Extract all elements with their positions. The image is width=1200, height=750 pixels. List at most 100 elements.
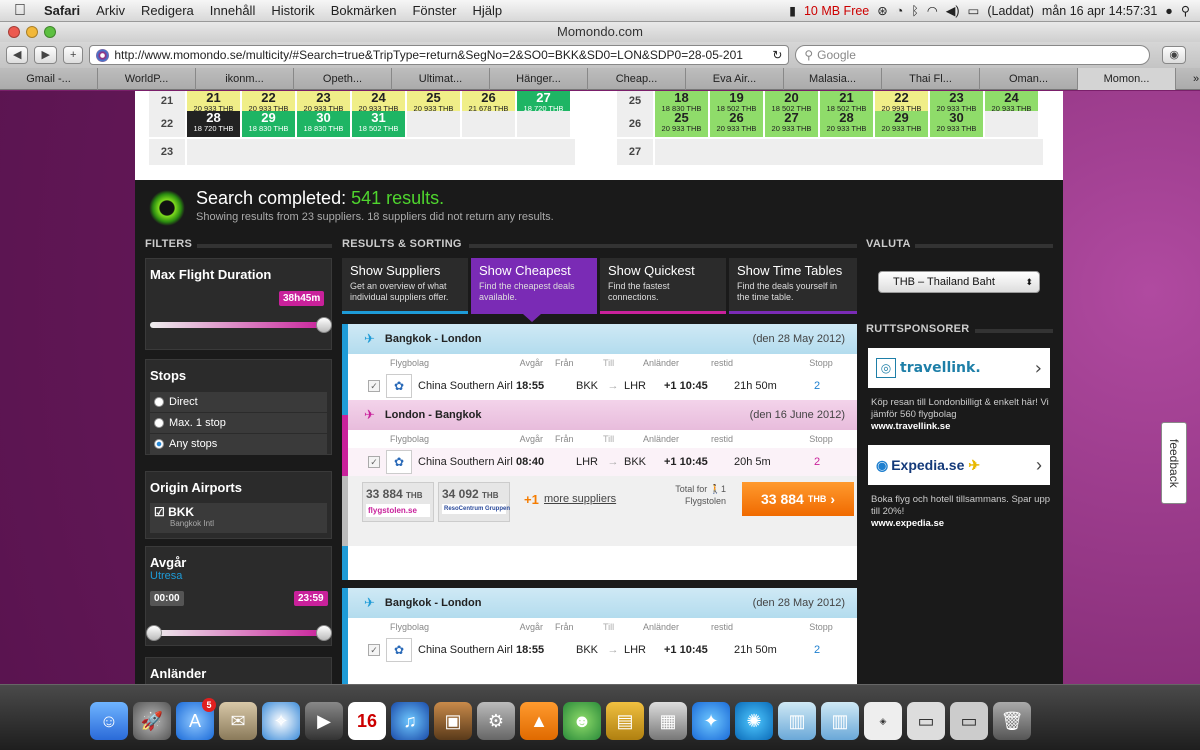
- battery-icon[interactable]: ▭: [968, 3, 980, 18]
- bluetooth-icon[interactable]: ᛒ: [911, 4, 919, 18]
- calendar-day[interactable]: 31 18 502 THB: [352, 111, 405, 137]
- url-text[interactable]: http://www.momondo.se/multicity/#Search=…: [114, 48, 767, 62]
- calendar-day[interactable]: 28 20 933 THB: [820, 111, 873, 137]
- memory-status[interactable]: 10 MB Free: [804, 4, 869, 18]
- activity-monitor-icon[interactable]: ▦: [649, 702, 687, 740]
- screenshot-stack-icon[interactable]: ▭: [950, 702, 988, 740]
- close-window-button[interactable]: [8, 26, 20, 38]
- facetime-icon[interactable]: ▶: [305, 702, 343, 740]
- menu-item-fonster[interactable]: Fönster: [404, 3, 464, 18]
- tab-oman[interactable]: Oman...: [980, 67, 1078, 90]
- calendar-day[interactable]: 30 18 830 THB: [297, 111, 350, 137]
- tab-hanger[interactable]: Hänger...: [490, 67, 588, 90]
- sponsor-travellink[interactable]: ◎ travellink. ›: [868, 348, 1050, 388]
- checkbox[interactable]: ✓: [368, 380, 380, 392]
- calendar-day[interactable]: 28 18 720 THB: [187, 111, 240, 137]
- app-store-icon[interactable]: A5: [176, 698, 216, 740]
- vlc-icon[interactable]: ▲: [520, 702, 558, 740]
- tabs-overflow-button[interactable]: »: [1176, 68, 1200, 90]
- menu-item-redigera[interactable]: Redigera: [133, 3, 202, 18]
- mail-icon[interactable]: ✉: [219, 702, 257, 740]
- feedback-button[interactable]: feedback: [1161, 422, 1187, 504]
- flight-result-card[interactable]: ✈ Bangkok - London (den 28 May 2012) Fly…: [342, 588, 857, 684]
- telenor-icon[interactable]: ✺: [735, 702, 773, 740]
- messenger-icon[interactable]: ☻: [563, 702, 601, 740]
- departure-slider-start-handle[interactable]: [146, 625, 162, 641]
- duration-slider-handle[interactable]: [316, 317, 332, 333]
- system-preferences-icon[interactable]: ⚙: [477, 702, 515, 740]
- checkbox-checked-icon[interactable]: ☑: [154, 505, 168, 519]
- add-bookmark-button[interactable]: +: [62, 46, 84, 64]
- launchpad-icon[interactable]: 🚀: [133, 702, 171, 740]
- stops-count[interactable]: 2: [814, 380, 834, 392]
- outbound-flight-row[interactable]: ✓ ✿ China Southern Airl 18:55 BKK → LHR …: [348, 636, 857, 664]
- tab-show-suppliers[interactable]: Show Suppliers Get an overview of what i…: [342, 258, 468, 314]
- radio-button-selected[interactable]: [154, 439, 164, 449]
- tab-thai[interactable]: Thai Fl...: [882, 67, 980, 90]
- more-suppliers-link[interactable]: more suppliers: [544, 493, 616, 505]
- sponsor-url[interactable]: www.travellink.se: [871, 421, 950, 432]
- stops-count[interactable]: 2: [814, 456, 834, 468]
- origin-option-bkk[interactable]: ☑ BKK Bangkok Intl: [150, 503, 327, 533]
- applications-folder-icon[interactable]: ▥: [778, 702, 816, 740]
- sponsor-url[interactable]: www.expedia.se: [871, 518, 944, 529]
- tab-momondo[interactable]: Momon...: [1078, 67, 1176, 90]
- menu-item-hjalp[interactable]: Hjälp: [465, 3, 511, 18]
- stops-option-max-1[interactable]: Max. 1 stop: [150, 413, 327, 433]
- stops-option-any[interactable]: Any stops: [150, 434, 327, 454]
- tab-ultimat[interactable]: Ultimat...: [392, 67, 490, 90]
- zoom-window-button[interactable]: [44, 26, 56, 38]
- radio-button[interactable]: [154, 418, 164, 428]
- iphoto-icon[interactable]: ▣: [434, 702, 472, 740]
- menu-item-bokmarken[interactable]: Bokmärken: [323, 3, 405, 18]
- back-button[interactable]: ◀: [6, 46, 29, 64]
- apple-icon[interactable]: : [0, 2, 36, 20]
- tab-ikonm[interactable]: ikonm...: [196, 67, 294, 90]
- flight-result-card[interactable]: ✈ Bangkok - London (den 28 May 2012) Fly…: [342, 324, 857, 580]
- tab-opeth[interactable]: Opeth...: [294, 67, 392, 90]
- radio-button[interactable]: [154, 397, 164, 407]
- tab-gmail[interactable]: Gmail -...: [0, 67, 98, 90]
- forward-button[interactable]: ▶: [34, 46, 57, 64]
- tab-show-cheapest[interactable]: Show Cheapest Find the cheapest deals av…: [471, 258, 597, 322]
- more-suppliers-count[interactable]: +1: [524, 492, 539, 507]
- time-machine-icon[interactable]: ◔: [896, 4, 904, 18]
- trash-icon[interactable]: 🗑: [993, 702, 1031, 740]
- finder-icon[interactable]: ☺: [90, 702, 128, 740]
- minimize-window-button[interactable]: [26, 26, 38, 38]
- return-flight-row[interactable]: ✓ ✿ China Southern Airl 08:40 LHR → BKK …: [348, 448, 857, 476]
- calendar-day[interactable]: 25 20 933 THB: [655, 111, 708, 137]
- spotlight-icon[interactable]: ⚲: [1181, 3, 1190, 18]
- clock[interactable]: mån 16 apr 14:57:31: [1042, 4, 1157, 18]
- tab-malasia[interactable]: Malasia...: [784, 67, 882, 90]
- menu-item-innehall[interactable]: Innehåll: [202, 3, 264, 18]
- tab-cheap[interactable]: Cheap...: [588, 67, 686, 90]
- search-field[interactable]: ⚲ Google: [795, 45, 1151, 65]
- downloads-stack-icon[interactable]: ▭: [907, 702, 945, 740]
- tab-eva-air[interactable]: Eva Air...: [686, 67, 784, 90]
- currency-select[interactable]: THB – Thailand Baht ⬍: [878, 271, 1040, 293]
- wifi-icon[interactable]: ◠: [927, 3, 938, 18]
- address-bar[interactable]: http://www.momondo.se/multicity/#Search=…: [89, 45, 790, 65]
- calendar-day[interactable]: 29 20 933 THB: [875, 111, 928, 137]
- memory-icon[interactable]: ▮: [789, 3, 796, 18]
- supplier-price-flygstolen[interactable]: 33 884 THB flygstolen.se: [362, 482, 434, 522]
- checkbox[interactable]: ✓: [368, 456, 380, 468]
- stops-count[interactable]: 2: [814, 644, 834, 656]
- supplier-price-resocentrum[interactable]: 34 092 THB ResoCentrum Gruppen: [438, 482, 510, 522]
- duration-slider-track[interactable]: [150, 322, 325, 328]
- download-button[interactable]: ◉: [1162, 46, 1186, 64]
- torrent-file-icon[interactable]: ◈: [864, 702, 902, 740]
- documents-folder-icon[interactable]: ▥: [821, 702, 859, 740]
- outbound-flight-row[interactable]: ✓ ✿ China Southern Airl 18:55 BKK → LHR …: [348, 372, 857, 400]
- calendar-day[interactable]: 30 20 933 THB: [930, 111, 983, 137]
- battery-status[interactable]: (Laddat): [987, 4, 1034, 18]
- calendar-icon[interactable]: 16: [348, 702, 386, 740]
- safari-icon[interactable]: ✧: [262, 702, 300, 740]
- tab-worldp[interactable]: WorldP...: [98, 67, 196, 90]
- checkbox[interactable]: ✓: [368, 644, 380, 656]
- calendar-day[interactable]: 29 18 830 THB: [242, 111, 295, 137]
- calendar-day[interactable]: 27 20 933 THB: [765, 111, 818, 137]
- stops-option-direct[interactable]: Direct: [150, 392, 327, 412]
- departure-slider-end-handle[interactable]: [316, 625, 332, 641]
